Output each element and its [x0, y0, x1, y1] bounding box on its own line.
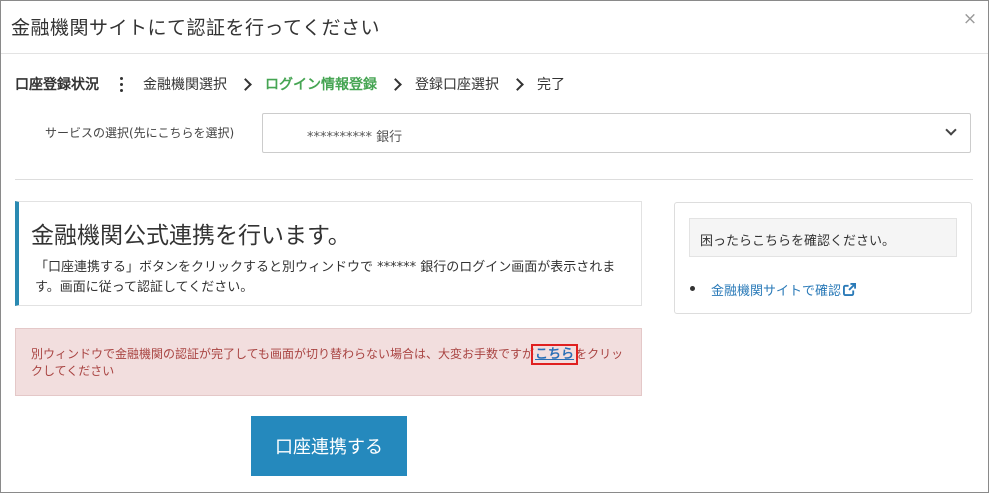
alert-box: 別ウィンドウで金融機関の認証が完了しても画面が切り替わらない場合は、大変お手数で…	[15, 328, 642, 396]
chevron-right-icon	[513, 77, 523, 91]
alert-here-link[interactable]: こちら	[531, 344, 579, 365]
dialog: 金融機関サイトにて認証を行ってください × 口座登録状況 金融機関選択 ログイン…	[0, 0, 989, 493]
bullet-icon	[690, 286, 695, 291]
help-panel: 困ったらこちらを確認ください。 金融機関サイトで確認	[674, 202, 972, 314]
info-panel: 金融機関公式連携を行います。 「口座連携する」ボタンをクリックすると別ウィンドウ…	[15, 201, 642, 306]
divider	[15, 179, 973, 180]
alert-text-before: 別ウィンドウで金融機関の認証が完了しても画面が切り替わらない場合は、大変お手数で…	[31, 347, 535, 361]
service-select-label: サービスの選択(先にこちらを選択)	[45, 126, 235, 140]
info-title: 金融機関公式連携を行います。	[31, 223, 351, 249]
step-account-select: 登録口座選択	[415, 77, 499, 93]
step-bank-select: 金融機関選択	[143, 77, 227, 93]
dialog-header: 金融機関サイトにて認証を行ってください ×	[1, 1, 988, 54]
service-select-value: ********** 銀行	[307, 130, 403, 145]
chevron-right-icon	[391, 77, 401, 91]
connect-account-button[interactable]: 口座連携する	[251, 416, 407, 476]
service-select[interactable]: ********** 銀行	[262, 113, 971, 153]
info-description: 「口座連携する」ボタンをクリックすると別ウィンドウで ****** 銀行のログイ…	[35, 260, 616, 295]
progress-steps: 口座登録状況 金融機関選択 ログイン情報登録 登録口座選択 完了	[15, 73, 565, 95]
chevron-down-icon	[944, 125, 958, 139]
chevron-right-icon	[241, 77, 251, 91]
close-icon[interactable]: ×	[962, 9, 978, 29]
external-link-icon	[843, 283, 857, 296]
help-bank-site-link-label: 金融機関サイトで確認	[711, 284, 842, 299]
kebab-icon	[114, 76, 128, 92]
step-complete: 完了	[537, 77, 565, 93]
alert-text: 別ウィンドウで金融機関の認証が完了しても画面が切り替わらない場合は、大変お手数で…	[31, 344, 631, 380]
help-bank-site-link[interactable]: 金融機関サイトで確認	[690, 280, 857, 299]
step-login-info: ログイン情報登録	[265, 77, 377, 93]
dialog-title: 金融機関サイトにて認証を行ってください	[11, 17, 380, 39]
steps-label: 口座登録状況	[15, 77, 99, 93]
help-heading: 困ったらこちらを確認ください。	[689, 218, 957, 257]
